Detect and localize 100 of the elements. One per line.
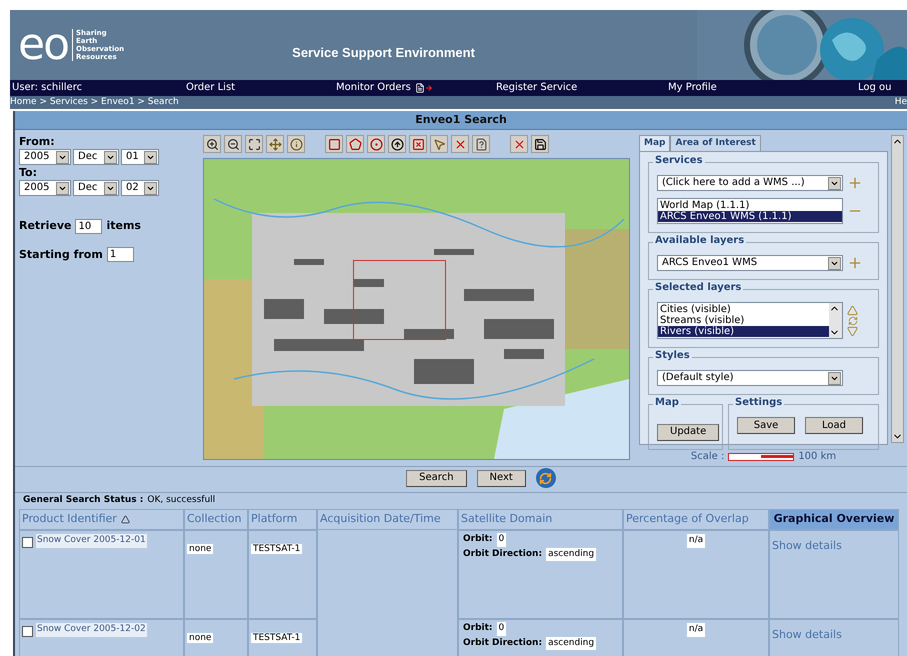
scale-bar xyxy=(728,452,794,460)
table-cell: n/a xyxy=(623,530,769,619)
row-checkbox[interactable] xyxy=(22,626,33,637)
zoom-out-tool-button[interactable] xyxy=(224,135,242,153)
info-tool-button[interactable] xyxy=(287,135,305,153)
panel-title: Enveo1 Search xyxy=(415,112,507,128)
list-option[interactable]: Rivers (visible) xyxy=(658,326,829,337)
zoom-out-icon xyxy=(226,138,240,150)
orbit-direction-value: ascending xyxy=(546,636,596,650)
selected-layers-list[interactable]: Cities (visible) Streams (visible) Rivers (visible) xyxy=(657,302,843,339)
orbit-direction-value: ascending xyxy=(546,548,596,561)
to-label: To: xyxy=(19,166,38,179)
form-button[interactable]: Search xyxy=(406,470,467,486)
date-dropdown[interactable]: 02 xyxy=(121,180,159,196)
date-dropdown[interactable]: 01 xyxy=(121,149,159,165)
retrieve-field[interactable]: 10 xyxy=(75,218,102,234)
items-label: items xyxy=(106,218,141,234)
pointer-icon xyxy=(432,138,446,150)
nav-link[interactable]: Monitor Orders xyxy=(336,83,411,93)
orbit-value: 0 xyxy=(496,622,506,636)
orbit-label: Orbit: xyxy=(463,622,493,635)
form-button[interactable]: Next xyxy=(476,470,526,486)
scale-reading: 100 km xyxy=(798,450,836,464)
date-dropdown[interactable]: Dec xyxy=(73,149,119,165)
nav-link[interactable]: Log ou xyxy=(858,83,892,93)
table-cell: none xyxy=(184,619,248,656)
orbit-label: Orbit: xyxy=(463,533,493,546)
add-icon[interactable] xyxy=(847,255,863,271)
date-dropdown[interactable]: Dec xyxy=(73,180,119,196)
nav-link[interactable]: My Profile xyxy=(668,83,717,93)
product-link[interactable]: Snow Cover 2005-12-01 xyxy=(36,534,147,548)
clear-shape-icon xyxy=(412,138,424,150)
form-button[interactable]: Update xyxy=(657,424,720,440)
fieldset-legend: Selected layers xyxy=(653,283,744,293)
close-icon xyxy=(512,138,526,150)
upload-icon xyxy=(390,138,404,150)
pointer-tool-button[interactable] xyxy=(430,135,448,153)
services-list[interactable]: World Map (1.1.1) ARCS Enveo1 WMS (1.1.1) xyxy=(657,198,843,224)
list-scrollbar[interactable] xyxy=(829,303,842,338)
document-arrow-icon xyxy=(414,83,433,93)
list-option[interactable]: ARCS Enveo1 WMS (1.1.1) xyxy=(658,211,842,222)
save-tool-button[interactable] xyxy=(531,135,549,153)
date-dropdown[interactable]: 2005 xyxy=(19,149,71,165)
column-header[interactable]: Graphical Overview xyxy=(769,509,899,530)
row-checkbox[interactable] xyxy=(22,537,33,548)
list-option[interactable]: World Map (1.1.1) xyxy=(658,200,842,211)
list-option[interactable]: Streams (visible) xyxy=(658,315,829,326)
app-title: Service Support Environment xyxy=(292,44,475,62)
circle-icon xyxy=(370,138,382,150)
fieldset-legend: Styles xyxy=(653,351,692,361)
table-cell: none xyxy=(184,530,248,619)
form-button[interactable]: Save xyxy=(737,417,795,434)
zoom-extent-icon xyxy=(248,138,260,150)
selection-rectangle[interactable] xyxy=(353,260,446,340)
delete-tool-button[interactable] xyxy=(451,135,469,153)
add-icon[interactable] xyxy=(847,175,863,191)
scale-label: Scale : xyxy=(690,450,724,464)
panel-tab[interactable]: Map xyxy=(639,135,670,151)
fieldset-legend: Services xyxy=(653,156,705,166)
breadcrumb: Home > Services > Enveo1 > Search xyxy=(10,98,179,107)
zoom-in-tool-button[interactable] xyxy=(203,135,221,153)
fieldset-legend: Available layers xyxy=(653,236,746,246)
polygon-tool-button[interactable] xyxy=(346,135,364,153)
scrollbar[interactable] xyxy=(891,135,904,443)
user-label: User: schillerc xyxy=(12,83,82,93)
logo-mark: eo xyxy=(18,23,68,67)
layers-dropdown[interactable]: ARCS Enveo1 WMS xyxy=(657,255,843,271)
product-link[interactable]: Snow Cover 2005-12-02 xyxy=(36,623,147,636)
save-icon xyxy=(534,138,546,150)
form-button[interactable]: Load xyxy=(805,417,863,434)
info-icon xyxy=(290,138,302,150)
circle-tool-button[interactable] xyxy=(367,135,385,153)
orbit-direction-label: Orbit Direction: xyxy=(463,548,542,560)
reorder-arrows-icon[interactable] xyxy=(847,304,858,336)
upload-tool-button[interactable] xyxy=(388,135,406,153)
pan-tool-button[interactable] xyxy=(266,135,284,153)
from-label: From: xyxy=(19,135,56,148)
help-link[interactable]: He xyxy=(894,98,907,107)
nav-link[interactable]: Register Service xyxy=(496,83,578,93)
pan-icon xyxy=(268,138,282,150)
orbit-direction-label: Orbit Direction: xyxy=(463,636,542,650)
zoom-in-icon xyxy=(206,138,218,150)
delete-icon xyxy=(454,138,466,150)
styles-dropdown[interactable]: (Default style) xyxy=(657,370,843,386)
retrieve-label: Retrieve xyxy=(19,218,72,234)
rectangle-tool-button[interactable] xyxy=(325,135,343,153)
panel-tab[interactable]: Area of Interest xyxy=(670,135,761,151)
nav-link[interactable]: Order List xyxy=(186,83,236,93)
starting-from-field[interactable]: 1 xyxy=(106,247,134,262)
table-cell: n/a xyxy=(623,619,769,656)
rectangle-icon xyxy=(328,138,340,150)
table-cell: TESTSAT-1 xyxy=(248,530,317,619)
status-label: General Search Status : xyxy=(23,494,144,508)
orbit-value: 0 xyxy=(496,533,506,546)
query-tool-button[interactable] xyxy=(472,135,490,153)
list-option[interactable]: Cities (visible) xyxy=(658,304,829,315)
starting-from-label: Starting from xyxy=(19,246,103,262)
services-dropdown[interactable]: (Click here to add a WMS ...) xyxy=(657,175,843,191)
date-dropdown[interactable]: 2005 xyxy=(19,180,71,196)
zoom-extent-tool-button[interactable] xyxy=(245,135,263,153)
